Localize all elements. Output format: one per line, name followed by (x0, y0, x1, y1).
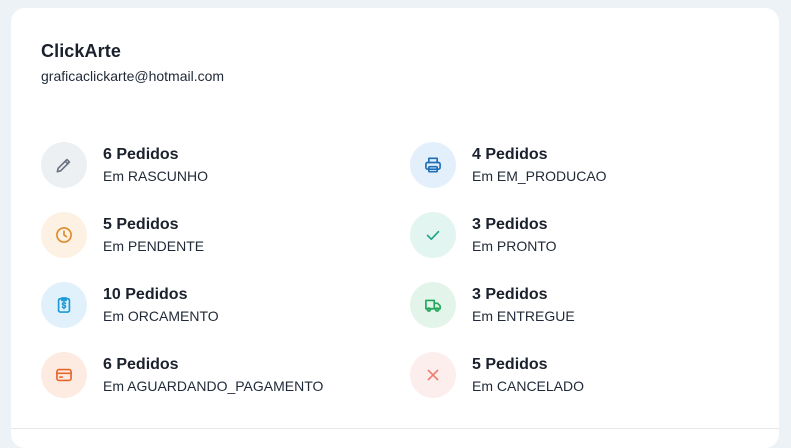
status-item-orcamento[interactable]: 10 Pedidos Em ORCAMENTO (41, 282, 361, 328)
clipboard-dollar-icon (41, 282, 87, 328)
status-text: 6 Pedidos Em RASCUNHO (103, 145, 208, 186)
card-divider (11, 428, 779, 429)
clock-icon (41, 212, 87, 258)
status-label: Em EM_PRODUCAO (472, 167, 607, 184)
credit-card-icon (41, 352, 87, 398)
status-item-pronto[interactable]: 3 Pedidos Em PRONTO (410, 212, 730, 258)
status-count: 4 Pedidos (472, 145, 548, 163)
status-text: 4 Pedidos Em EM_PRODUCAO (472, 145, 607, 186)
status-text: 3 Pedidos Em PRONTO (472, 215, 557, 256)
close-icon (410, 352, 456, 398)
printer-icon (410, 142, 456, 188)
status-label: Em CANCELADO (472, 377, 585, 394)
status-label: Em AGUARDANDO_PAGAMENTO (103, 377, 324, 394)
status-item-aguardando-pagamento[interactable]: 6 Pedidos Em AGUARDANDO_PAGAMENTO (41, 352, 361, 398)
status-item-pendente[interactable]: 5 Pedidos Em PENDENTE (41, 212, 361, 258)
status-item-em-producao[interactable]: 4 Pedidos Em EM_PRODUCAO (410, 142, 730, 188)
store-card: ClickArte graficaclickarte@hotmail.com 6… (11, 8, 779, 448)
status-label: Em ORCAMENTO (103, 307, 219, 324)
truck-icon (410, 282, 456, 328)
status-label: Em ENTREGUE (472, 307, 575, 324)
status-text: 10 Pedidos Em ORCAMENTO (103, 285, 219, 326)
status-count: 5 Pedidos (472, 355, 548, 373)
store-email: graficaclickarte@hotmail.com (41, 68, 225, 84)
status-count: 6 Pedidos (103, 355, 179, 373)
status-count: 10 Pedidos (103, 285, 188, 303)
status-item-entregue[interactable]: 3 Pedidos Em ENTREGUE (410, 282, 730, 328)
status-count: 5 Pedidos (103, 215, 179, 233)
store-name: ClickArte (41, 41, 121, 61)
status-label: Em PENDENTE (103, 237, 205, 254)
status-count: 3 Pedidos (472, 285, 548, 303)
status-text: 3 Pedidos Em ENTREGUE (472, 285, 575, 326)
status-count: 6 Pedidos (103, 145, 179, 163)
status-item-rascunho[interactable]: 6 Pedidos Em RASCUNHO (41, 142, 361, 188)
status-label: Em PRONTO (472, 237, 557, 254)
status-count: 3 Pedidos (472, 215, 548, 233)
status-text: 5 Pedidos Em CANCELADO (472, 355, 584, 396)
check-icon (410, 212, 456, 258)
status-text: 6 Pedidos Em AGUARDANDO_PAGAMENTO (103, 355, 323, 396)
pencil-icon (41, 142, 87, 188)
status-item-cancelado[interactable]: 5 Pedidos Em CANCELADO (410, 352, 730, 398)
status-text: 5 Pedidos Em PENDENTE (103, 215, 204, 256)
status-label: Em RASCUNHO (103, 167, 209, 184)
